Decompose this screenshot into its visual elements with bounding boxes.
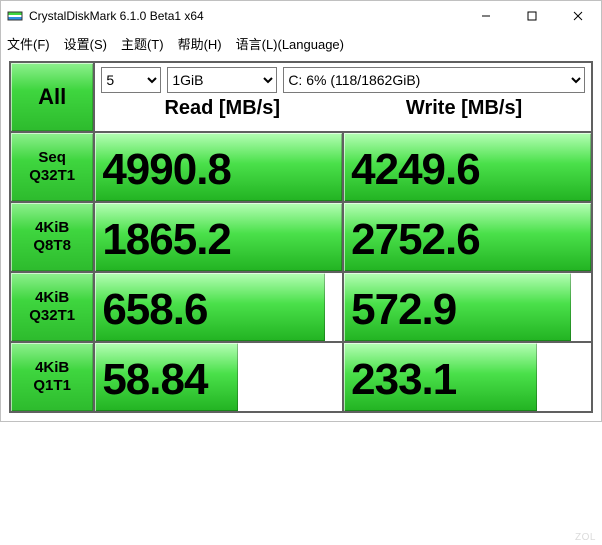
btn-label: 4KiB	[12, 289, 92, 307]
menu-help[interactable]: 帮助(H)	[178, 34, 222, 53]
result-value: 1865.2	[96, 212, 341, 262]
menu-file[interactable]: 文件(F)	[7, 34, 50, 53]
app-icon	[7, 8, 23, 24]
app-window: CrystalDiskMark 6.1.0 Beta1 x64 文件(F) 设置…	[0, 0, 602, 422]
run-all-button[interactable]: All	[10, 62, 94, 132]
btn-label: Q8T8	[12, 237, 92, 255]
minimize-button[interactable]	[463, 1, 509, 31]
results-grid: All 5 1GiB C: 6% (118/1862GiB) Read [MB/…	[9, 61, 593, 413]
btn-label: Q32T1	[12, 167, 92, 185]
4k-q1t1-read-cell: 58.84	[94, 342, 343, 412]
menu-bar: 文件(F) 设置(S) 主题(T) 帮助(H) 语言(L)(Language)	[1, 31, 601, 55]
menu-language[interactable]: 语言(L)(Language)	[236, 34, 344, 53]
write-header: Write [MB/s]	[343, 97, 585, 120]
window-title: CrystalDiskMark 6.1.0 Beta1 x64	[29, 9, 463, 23]
seq-q32t1-write-cell: 4249.6	[343, 132, 592, 202]
title-bar: CrystalDiskMark 6.1.0 Beta1 x64	[1, 1, 601, 31]
watermark: ZOL	[575, 532, 596, 543]
menu-theme[interactable]: 主题(T)	[121, 34, 164, 53]
seq-q32t1-read-cell: 4990.8	[94, 132, 343, 202]
run-4k-q32t1-button[interactable]: 4KiB Q32T1	[10, 272, 94, 342]
btn-label: Q32T1	[12, 307, 92, 325]
4k-q1t1-write-cell: 233.1	[343, 342, 592, 412]
result-value: 658.6	[96, 282, 341, 332]
4k-q8t8-read-cell: 1865.2	[94, 202, 343, 272]
run-4k-q8t8-button[interactable]: 4KiB Q8T8	[10, 202, 94, 272]
run-all-label: All	[38, 84, 66, 109]
result-value: 2752.6	[345, 212, 590, 262]
result-value: 233.1	[345, 352, 590, 402]
result-value: 572.9	[345, 282, 590, 332]
run-seq-q32t1-button[interactable]: Seq Q32T1	[10, 132, 94, 202]
result-value: 4990.8	[96, 142, 341, 192]
4k-q32t1-write-cell: 572.9	[343, 272, 592, 342]
btn-label: 4KiB	[12, 219, 92, 237]
result-value: 58.84	[96, 352, 341, 402]
4k-q32t1-read-cell: 658.6	[94, 272, 343, 342]
content-area: All 5 1GiB C: 6% (118/1862GiB) Read [MB/…	[1, 55, 601, 421]
test-size-select[interactable]: 1GiB	[167, 67, 277, 93]
result-value: 4249.6	[345, 142, 590, 192]
btn-label: 4KiB	[12, 359, 92, 377]
btn-label: Q1T1	[12, 377, 92, 395]
close-button[interactable]	[555, 1, 601, 31]
drive-select[interactable]: C: 6% (118/1862GiB)	[283, 67, 585, 93]
4k-q8t8-write-cell: 2752.6	[343, 202, 592, 272]
iterations-select[interactable]: 5	[101, 67, 161, 93]
read-header: Read [MB/s]	[101, 97, 343, 120]
menu-settings[interactable]: 设置(S)	[64, 34, 107, 53]
maximize-button[interactable]	[509, 1, 555, 31]
btn-label: Seq	[12, 149, 92, 167]
run-4k-q1t1-button[interactable]: 4KiB Q1T1	[10, 342, 94, 412]
